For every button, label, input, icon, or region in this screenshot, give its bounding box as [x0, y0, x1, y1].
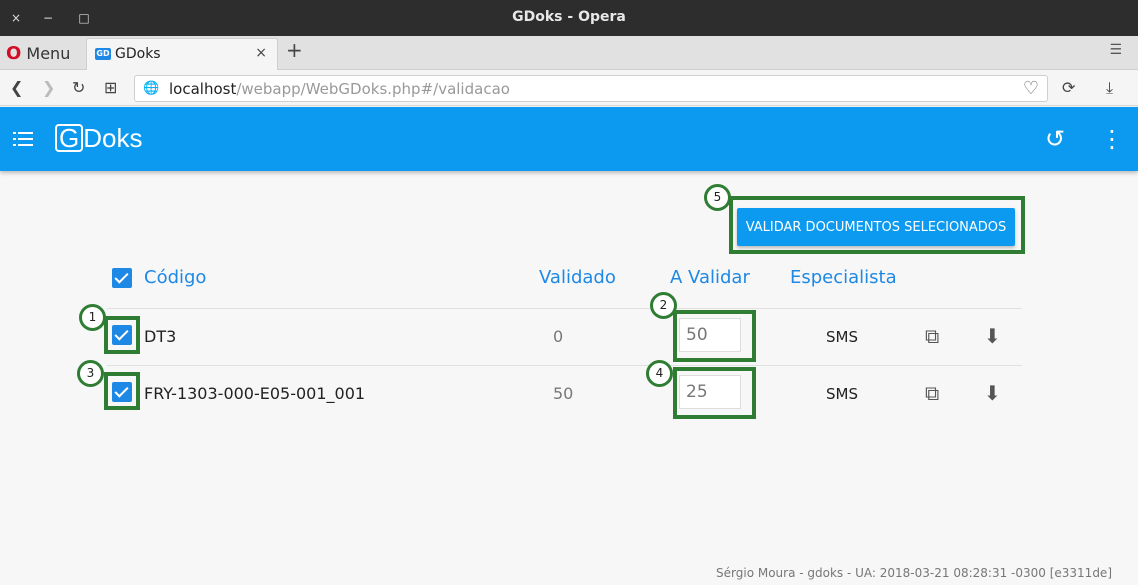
window-titlebar: × − □ GDoks - Opera [0, 0, 1138, 36]
annotation-3: 3 [77, 360, 104, 387]
row-specialist: SMS [826, 385, 858, 403]
row-checkbox[interactable] [112, 382, 132, 402]
globe-icon: 🌐 [143, 81, 160, 96]
row-code: FRY-1303-000-E05-001_001 [144, 384, 366, 403]
to-validate-input[interactable] [679, 375, 741, 409]
vpn-sync-icon[interactable]: ⟳ [1062, 78, 1075, 97]
to-validate-input[interactable] [679, 318, 741, 352]
validate-selected-button[interactable]: VALIDAR DOCUMENTOS SELECIONADOS [737, 208, 1015, 246]
opera-logo-icon: O [6, 43, 22, 64]
download-file-icon[interactable]: ⬇ [984, 324, 1001, 348]
gdoks-logo: G Doks [55, 123, 142, 154]
tab-gdoks[interactable]: GD GDoks × [86, 38, 278, 70]
select-all-checkbox[interactable] [112, 268, 132, 288]
tab-menu-icon[interactable]: ☰ [1109, 42, 1122, 58]
row-specialist: SMS [826, 328, 858, 346]
row-validated: 0 [553, 327, 564, 346]
open-external-icon[interactable]: ⧉ [925, 324, 939, 348]
download-file-icon[interactable]: ⬇ [984, 381, 1001, 405]
header-validated[interactable]: Validado [539, 267, 616, 288]
open-external-icon[interactable]: ⧉ [925, 381, 939, 405]
opera-menu-button[interactable]: O Menu [6, 43, 70, 64]
forward-icon[interactable]: ❯ [42, 78, 55, 97]
tab-label: GDoks [115, 46, 161, 62]
window-title: GDoks - Opera [512, 9, 626, 25]
annotation-4: 4 [646, 360, 673, 387]
menu-label: Menu [26, 44, 71, 63]
reload-icon[interactable]: ↻ [72, 78, 85, 97]
footer-info: Sérgio Moura - gdoks - UA: 2018-03-21 08… [716, 566, 1112, 580]
divider [107, 365, 1022, 366]
new-tab-button[interactable]: + [286, 38, 303, 62]
annotation-2: 2 [650, 292, 677, 319]
row-validated: 50 [553, 384, 574, 403]
divider [107, 308, 1022, 309]
address-bar[interactable]: 🌐 localhost/webapp/WebGDoks.php#/validac… [134, 75, 1048, 102]
url-text: localhost/webapp/WebGDoks.php#/validacao [169, 80, 510, 98]
app-bar: G Doks ↺ ⋮ [0, 107, 1138, 171]
navigation-bar: ❮ ❯ ↻ ⊞ 🌐 localhost/webapp/WebGDoks.php#… [0, 70, 1138, 106]
header-code[interactable]: Código [144, 267, 206, 288]
speed-dial-icon[interactable]: ⊞ [104, 78, 117, 97]
header-to-validate[interactable]: A Validar [670, 267, 750, 288]
gdoks-favicon-icon: GD [95, 48, 111, 60]
back-icon[interactable]: ❮ [10, 78, 23, 97]
annotation-5: 5 [704, 184, 731, 211]
more-vert-icon[interactable]: ⋮ [1100, 125, 1124, 153]
row-code: DT3 [144, 327, 177, 346]
validation-page: VALIDAR DOCUMENTOS SELECIONADOS 5 Código… [0, 171, 1138, 585]
row-checkbox[interactable] [112, 325, 132, 345]
annotation-1: 1 [79, 304, 106, 331]
download-icon[interactable]: ⤓ [1106, 78, 1113, 98]
bookmark-heart-icon[interactable]: ♡ [1023, 78, 1039, 99]
menu-icon[interactable] [13, 130, 33, 148]
tab-bar: O Menu GD GDoks × + ☰ [0, 36, 1138, 70]
header-specialist[interactable]: Especialista [790, 267, 897, 288]
history-icon[interactable]: ↺ [1045, 125, 1065, 153]
tab-close-icon[interactable]: × [255, 45, 267, 61]
